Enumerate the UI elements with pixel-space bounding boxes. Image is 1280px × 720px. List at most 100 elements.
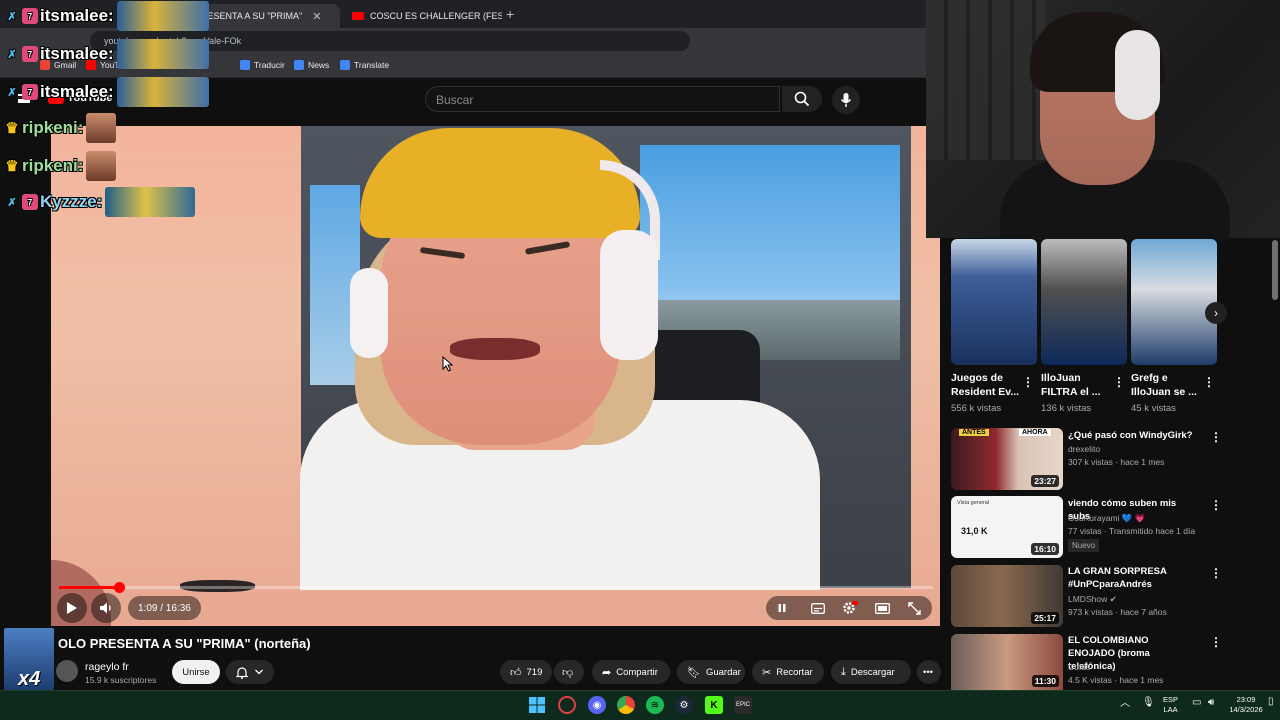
- sidebar-video-channel[interactable]: Cufas: [1068, 662, 1090, 672]
- download-button[interactable]: ⤓ Descargar: [831, 660, 911, 684]
- thumbnail-label: ANTES: [959, 429, 989, 436]
- sidebar-video-title[interactable]: LA GRAN SORPRESA #UnPCparaAndrés: [1068, 565, 1198, 591]
- share-button[interactable]: ➦ Compartir: [592, 660, 670, 684]
- bookmark-icon: 🔖︎: [687, 666, 701, 679]
- fullscreen-button[interactable]: [902, 596, 926, 620]
- dislike-button[interactable]: 👎︎: [554, 660, 584, 684]
- mute-button[interactable]: [91, 593, 121, 623]
- more-vertical-icon[interactable]: ⋮: [1203, 375, 1215, 389]
- clock[interactable]: 23:09 14/3/2026: [1228, 695, 1264, 715]
- short-thumbnail[interactable]: [1131, 239, 1217, 365]
- close-tab-icon[interactable]: ✕: [312, 10, 321, 23]
- subscriber-badge-icon: 7: [22, 46, 38, 62]
- keyboard-layout: LAA: [1163, 705, 1178, 714]
- fullscreen-icon: [907, 601, 921, 615]
- face-emote: [86, 113, 117, 143]
- progress-bar[interactable]: [59, 586, 933, 589]
- short-thumbnail[interactable]: [951, 239, 1037, 365]
- video-title: OLO PRESENTA A SU "PRIMA" (norteña): [58, 636, 311, 651]
- windows-start-icon[interactable]: [528, 696, 546, 714]
- video-thumbnail[interactable]: 25:17: [951, 565, 1063, 627]
- save-button[interactable]: 🔖︎ Guardar: [677, 660, 745, 684]
- share-label: Compartir: [616, 666, 658, 678]
- sidebar-video-meta: 4.5 K vistas · hace 1 mes: [1068, 675, 1164, 685]
- channel-name[interactable]: rageylo fr: [85, 661, 129, 673]
- chrome-icon[interactable]: [617, 696, 635, 714]
- shorts-next-button[interactable]: ›: [1205, 302, 1227, 324]
- play-button[interactable]: [57, 593, 87, 623]
- network-icon[interactable]: ▭: [1192, 698, 1201, 708]
- more-vertical-icon[interactable]: ⋮: [1210, 566, 1222, 580]
- microphone-tray-icon[interactable]: 🎙︎: [1142, 698, 1155, 708]
- more-vertical-icon[interactable]: ⋮: [1210, 498, 1222, 512]
- video-thumbnail[interactable]: Vista general 31,0 K 16:10: [951, 496, 1063, 558]
- kick-icon[interactable]: K: [705, 696, 723, 714]
- translate-icon: [240, 60, 250, 70]
- crown-icon: ♛: [5, 120, 19, 137]
- sidebar-video-title[interactable]: ¿Qué pasó con WindyGirk?: [1068, 429, 1198, 442]
- steam-icon[interactable]: ⚙: [675, 696, 693, 714]
- subtitles-button[interactable]: [806, 596, 830, 620]
- progress-scrubber[interactable]: [114, 582, 125, 593]
- mouse-cursor-icon: [442, 356, 454, 372]
- minion-emote: [105, 187, 196, 217]
- settings-button[interactable]: [838, 596, 862, 620]
- video-person-beanie: [360, 128, 640, 238]
- epic-games-icon[interactable]: EPIC: [734, 696, 752, 714]
- chat-username: Kyzzze:: [40, 192, 103, 211]
- thumbnail-label: 31,0 K: [961, 526, 988, 536]
- search-button[interactable]: [782, 86, 822, 112]
- theater-mode-button[interactable]: [870, 596, 894, 620]
- new-tab-button[interactable]: +: [506, 6, 514, 22]
- chat-username: itsmalee:: [40, 82, 114, 101]
- chat-message: ♛ ripkeni:: [4, 151, 117, 181]
- autoplay-toggle[interactable]: [770, 596, 794, 620]
- short-title[interactable]: Juegos de Resident Ev...: [951, 371, 1021, 399]
- channel-avatar[interactable]: [56, 660, 78, 682]
- video-thumbnail[interactable]: 11:30: [951, 634, 1063, 690]
- video-thumbnail[interactable]: ANTES AHORA 23:27: [951, 428, 1063, 490]
- search-icon: [794, 91, 810, 107]
- short-thumbnail[interactable]: [1041, 239, 1127, 365]
- join-button[interactable]: Unirse: [172, 660, 220, 684]
- bookmark-traducir[interactable]: Traducir: [240, 60, 285, 70]
- chevron-right-icon: ›: [1214, 306, 1218, 320]
- duration-badge: 11:30: [1031, 675, 1059, 687]
- volume-tray-icon[interactable]: 🔊︎: [1208, 698, 1214, 708]
- more-actions-button[interactable]: •••: [917, 660, 941, 684]
- chat-message: ✗ 7 Kyzzze:: [4, 187, 196, 217]
- app-icon[interactable]: [558, 696, 576, 714]
- chevron-up-icon[interactable]: ︿: [1120, 699, 1130, 709]
- like-button[interactable]: 👍︎ 719: [500, 660, 552, 684]
- notifications-icon[interactable]: ▯: [1268, 697, 1274, 707]
- more-vertical-icon[interactable]: ⋮: [1022, 375, 1034, 389]
- sidebar-video-channel[interactable]: LMDShow ✔: [1068, 594, 1117, 605]
- clip-label: Recortar: [776, 666, 813, 678]
- short-title[interactable]: Grefg e IlloJuan se ...: [1131, 371, 1201, 399]
- more-vertical-icon[interactable]: ⋮: [1210, 430, 1222, 444]
- notifications-button[interactable]: [226, 660, 274, 684]
- tab-coscu[interactable]: COSCU ES CHALLENGER (FESTI ✕: [342, 4, 502, 28]
- short-title[interactable]: IlloJuan FILTRA el ...: [1041, 371, 1111, 399]
- share-icon: ➦: [602, 666, 612, 679]
- subscriber-badge-icon: 7: [22, 194, 38, 210]
- input-language[interactable]: ESP LAA: [1163, 695, 1178, 715]
- subscriber-badge-icon: 7: [22, 84, 38, 100]
- sidebar-scrollbar[interactable]: [1272, 240, 1278, 300]
- bookmark-translate[interactable]: Translate: [340, 60, 389, 70]
- minion-emote: [116, 77, 209, 107]
- clip-button[interactable]: ✂ Recortar: [752, 660, 824, 684]
- voice-search-button[interactable]: [832, 86, 860, 114]
- bookmark-news[interactable]: News: [294, 60, 329, 70]
- spotify-icon[interactable]: ≋: [646, 696, 664, 714]
- more-vertical-icon[interactable]: ⋮: [1113, 375, 1125, 389]
- search-input[interactable]: Buscar: [425, 86, 780, 112]
- sidebar-video-channel[interactable]: OsuKurayami 💙 💗: [1068, 513, 1145, 524]
- translate-icon: [340, 60, 350, 70]
- more-vertical-icon[interactable]: ⋮: [1210, 635, 1222, 649]
- more-horizontal-icon: •••: [923, 666, 933, 678]
- sidebar-video-channel[interactable]: drexelito: [1068, 444, 1100, 454]
- minion-emote: [116, 1, 209, 31]
- discord-icon[interactable]: ◉: [588, 696, 606, 714]
- windows-taskbar: [0, 690, 1280, 720]
